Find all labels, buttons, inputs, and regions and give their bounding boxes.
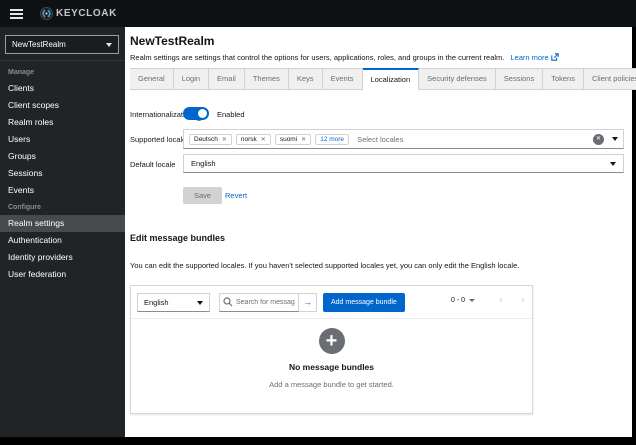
sidebar-item[interactable]: Authentication (0, 232, 125, 249)
brand-name: KEYCLOAK (56, 8, 117, 19)
page-title: NewTestRealm (130, 34, 215, 48)
sidebar: NewTestRealm Manage Clients Client scopes… (0, 27, 125, 437)
supported-locales-label: Supported locales (130, 135, 191, 144)
tab[interactable]: Login (173, 68, 210, 90)
save-button[interactable]: Save (183, 187, 223, 204)
search-input[interactable] (219, 293, 299, 312)
empty-state-title: No message bundles (288, 362, 375, 372)
sidebar-item[interactable]: Users (0, 131, 125, 148)
sidebar-divider (0, 60, 125, 61)
remove-chip-icon[interactable]: ✕ (301, 136, 306, 143)
remove-chip-icon[interactable]: ✕ (261, 136, 266, 143)
search-submit-button[interactable]: → (299, 293, 317, 312)
plus-circle-icon[interactable]: + (318, 328, 345, 354)
tab[interactable]: Sessions (495, 68, 544, 90)
sidebar-item[interactable]: Clients (0, 80, 125, 97)
hamburger-menu-icon[interactable] (10, 8, 23, 19)
clear-selection-icon[interactable]: ✕ (593, 133, 604, 145)
sidebar-item[interactable]: Events (0, 182, 125, 199)
default-locale-label: Default locale (130, 160, 176, 169)
sidebar-item[interactable]: Identity providers (0, 249, 125, 266)
bundle-locale-value: English (144, 298, 169, 307)
realm-settings-tabs: General Login Email Themes Keys Events Localiz… (130, 68, 636, 90)
sidebar-item[interactable]: Realm settings (0, 215, 125, 232)
revert-link[interactable]: Revert (225, 191, 247, 200)
sidebar-item[interactable]: User federation (0, 266, 125, 283)
tab[interactable]: Client policies (583, 68, 636, 90)
supported-locales-multiselect[interactable]: Deutsch ✕ norsk ✕ suomi ✕ 12 more Select loca… (183, 129, 624, 149)
bundles-heading: Edit message bundles (130, 233, 226, 243)
tab[interactable]: General (130, 68, 174, 90)
realm-selector[interactable]: NewTestRealm (5, 35, 119, 54)
main-content: NewTestRealm Realm settings are settings… (125, 27, 636, 437)
page-description: Realm settings are settings that control… (130, 53, 559, 62)
tab[interactable]: Email (209, 68, 245, 90)
locale-chip: Deutsch ✕ (189, 133, 232, 145)
bundles-toolbar: English → Add message bundle 0 - 0 ‹ › (131, 286, 532, 319)
tab[interactable]: Tokens (543, 68, 584, 90)
sidebar-item[interactable]: Sessions (0, 165, 125, 182)
toggle-knob-icon (198, 109, 207, 118)
tab[interactable]: Localization (362, 68, 420, 90)
remove-chip-icon[interactable]: ✕ (222, 136, 227, 143)
message-bundles-panel: English → Add message bundle 0 - 0 ‹ › +… (130, 285, 533, 414)
tab[interactable]: Themes (244, 68, 289, 90)
sidebar-item[interactable]: Realm roles (0, 114, 125, 131)
chevron-down-icon (106, 42, 112, 47)
empty-state: + No message bundles Add a message bundl… (131, 328, 532, 389)
internationalization-toggle[interactable] (183, 107, 209, 120)
bundles-description: You can edit the supported locales. If y… (130, 261, 520, 270)
pagination-range: 0 - 0 (451, 297, 466, 304)
external-link-icon (551, 53, 559, 61)
pagination: 0 - 0 (451, 297, 476, 304)
keycloak-logo: KEYCLOAK (40, 7, 117, 20)
learn-more-link[interactable]: Learn more (510, 53, 559, 62)
sidebar-item[interactable]: Groups (0, 148, 125, 165)
keycloak-logo-icon (40, 7, 53, 20)
bundle-search: → (219, 293, 317, 312)
nav-configure-list: Realm settings Authentication Identity pro… (0, 215, 125, 283)
add-message-bundle-button[interactable]: Add message bundle (323, 293, 405, 312)
chevron-down-icon (197, 300, 203, 305)
chevron-down-icon (610, 161, 616, 166)
empty-state-description: Add a message bundle to get started. (269, 380, 394, 389)
sidebar-item[interactable]: Client scopes (0, 97, 125, 114)
locale-chip: suomi ✕ (274, 133, 312, 145)
tab[interactable]: Keys (288, 68, 323, 90)
default-locale-value: English (191, 159, 216, 168)
locale-chip-list: Deutsch ✕ norsk ✕ suomi ✕ (189, 133, 315, 145)
nav-group-manage-label: Manage (8, 69, 35, 76)
tab[interactable]: Events (322, 68, 363, 90)
tab[interactable]: Security defenses (419, 68, 496, 90)
locale-chip: norsk ✕ (235, 133, 271, 145)
bundle-locale-select[interactable]: English (137, 293, 210, 312)
chevron-down-icon[interactable] (612, 137, 618, 141)
pagination-options-icon[interactable] (469, 299, 476, 302)
previous-page-icon[interactable]: ‹ (499, 294, 503, 306)
more-locales-chip[interactable]: 12 more (315, 133, 350, 145)
nav-group-configure-label: Configure (8, 204, 42, 211)
toggle-state-label: Enabled (217, 110, 245, 119)
select-locales-placeholder: Select locales (357, 134, 404, 144)
app-header: KEYCLOAK (0, 0, 636, 27)
default-locale-select[interactable]: English (183, 154, 624, 173)
realm-selector-value: NewTestRealm (12, 40, 66, 49)
next-page-icon[interactable]: › (521, 294, 525, 306)
nav-manage-list: Clients Client scopes Realm roles Users Grou… (0, 80, 125, 199)
